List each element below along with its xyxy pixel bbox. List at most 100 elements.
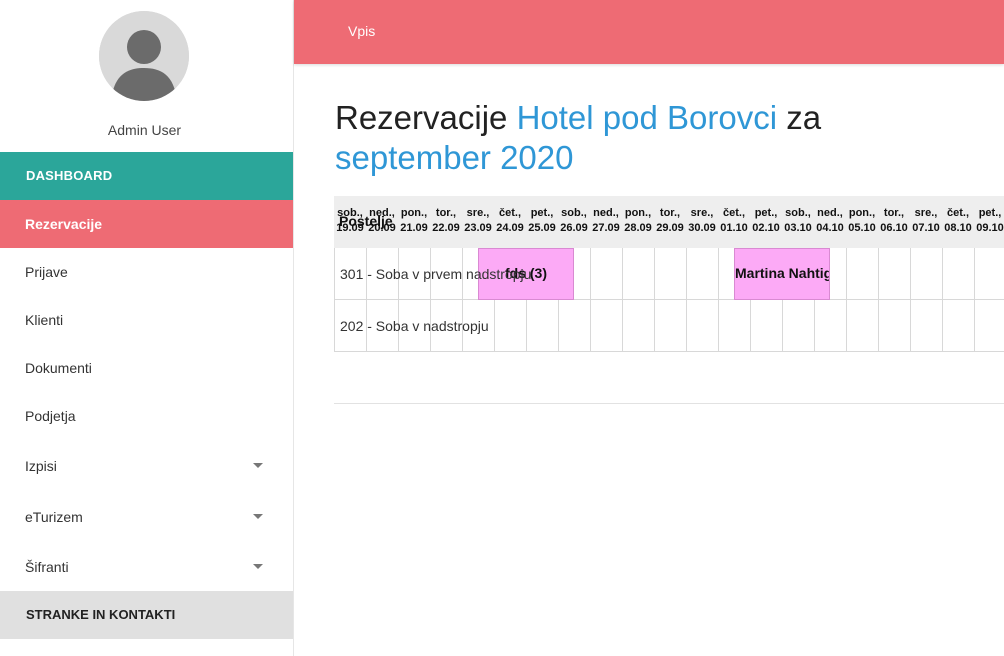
day-cell[interactable] [654,300,686,352]
day-header: ned., 27.09 [590,206,622,236]
nav-item-prijave[interactable]: Prijave [0,248,293,296]
user-silhouette-icon [99,11,189,101]
day-cell[interactable] [846,300,878,352]
day-of-week: pet., [530,207,554,219]
user-name: Admin User [107,122,182,138]
day-header: sob., 03.10 [782,206,814,236]
page-title: Rezervacije Hotel pod Borovci za septemb… [335,98,935,178]
day-cell[interactable] [686,300,718,352]
day-cell[interactable] [590,248,622,300]
day-header: pon., 21.09 [398,206,430,236]
day-of-week: sre., [690,207,714,219]
day-date: 01.10 [720,222,748,234]
day-of-week: sob., [561,207,587,219]
day-date: 27.09 [592,222,620,234]
day-date: 06.10 [880,222,908,234]
nav-item-izpisi[interactable]: Izpisi [0,442,293,490]
day-cell[interactable] [942,300,974,352]
day-cell[interactable] [910,248,942,300]
day-header: čet., 24.09 [494,206,526,236]
day-cell[interactable] [878,300,910,352]
day-cell[interactable] [942,248,974,300]
day-header: sob., 19.09 [334,206,366,236]
day-of-week: pon., [624,207,652,219]
day-header: sre., 07.10 [910,206,942,236]
calendar-header: Postelje sob., 19.09 ned., 20.09 pon., 21.09 t… [334,196,1004,248]
nav-item-rezervacije[interactable]: Rezervacije [0,200,293,248]
nav-dashboard[interactable]: DASHBOARD [0,152,293,200]
day-date: 29.09 [656,222,684,234]
day-of-week: čet., [722,207,745,219]
day-header: čet., 08.10 [942,206,974,236]
day-cell[interactable] [654,248,686,300]
nav-item-klienti[interactable]: Klienti [0,296,293,344]
day-cell[interactable] [718,300,750,352]
day-of-week: pon., [848,207,876,219]
caret-down-icon [253,564,263,569]
nav-item-dokumenti[interactable]: Dokumenti [0,344,293,392]
day-date: 28.09 [624,222,652,234]
nav-item-podjetja[interactable]: Podjetja [0,392,293,440]
caret-down-icon [253,463,263,468]
nav-item-label: Podjetja [25,408,76,424]
day-of-week: čet., [498,207,521,219]
day-of-week: sre., [466,207,490,219]
day-header: tor., 06.10 [878,206,910,236]
room-row: fds (3)Martina Nahtigal301 - Soba v prve… [334,248,1004,300]
day-cell[interactable] [814,300,846,352]
day-cell[interactable] [974,248,1004,300]
top-bar: Vpis [294,0,1004,64]
day-cell[interactable] [622,248,654,300]
day-of-week: tor., [659,207,681,219]
day-of-week: sob., [337,207,363,219]
nav-item-label: Dokumenti [25,360,92,376]
day-date: 19.09 [336,222,364,234]
day-header: ned., 04.10 [814,206,846,236]
day-cell[interactable] [750,300,782,352]
nav-item-label: Šifranti [25,559,69,575]
day-cell[interactable] [974,300,1004,352]
day-cell[interactable] [558,300,590,352]
day-date: 08.10 [944,222,972,234]
day-date: 22.09 [432,222,460,234]
title-period[interactable]: september 2020 [335,139,574,176]
day-header: tor., 22.09 [430,206,462,236]
day-of-week: pet., [978,207,1002,219]
nav-section-stranke[interactable]: STRANKE IN KONTAKTI [0,591,293,639]
day-of-week: sre., [914,207,938,219]
nav-item-label: Prijave [25,264,68,280]
day-date: 07.10 [912,222,940,234]
nav-item-eturizem[interactable]: eTurizem [0,493,293,541]
booking-block[interactable]: Martina Nahtigal [734,248,830,300]
day-cell[interactable] [878,248,910,300]
day-of-week: pon., [400,207,428,219]
day-date: 25.09 [528,222,556,234]
day-cell[interactable] [910,300,942,352]
avatar[interactable] [99,11,189,101]
vpis-link[interactable]: Vpis [348,23,375,39]
day-date: 20.09 [368,222,396,234]
day-cell[interactable] [782,300,814,352]
day-header: sre., 23.09 [462,206,494,236]
day-of-week: tor., [883,207,905,219]
day-cell[interactable] [590,300,622,352]
day-cell[interactable] [622,300,654,352]
day-of-week: sob., [785,207,811,219]
day-date: 30.09 [688,222,716,234]
nav-item-label: eTurizem [25,509,83,525]
sidebar: Admin User DASHBOARD Rezervacije Prijave… [0,0,294,656]
title-hotel[interactable]: Hotel pod Borovci [517,99,777,136]
day-cell[interactable] [494,300,526,352]
day-cell[interactable] [526,300,558,352]
day-of-week: ned., [369,207,395,219]
day-date: 26.09 [560,222,588,234]
day-date: 21.09 [400,222,428,234]
day-date: 04.10 [816,222,844,234]
day-of-week: tor., [435,207,457,219]
day-cell[interactable] [846,248,878,300]
day-header: pet., 02.10 [750,206,782,236]
day-cell[interactable] [686,248,718,300]
title-prefix: Rezervacije [335,99,508,136]
nav-item-sifranti[interactable]: Šifranti [0,543,293,591]
day-of-week: čet., [946,207,969,219]
